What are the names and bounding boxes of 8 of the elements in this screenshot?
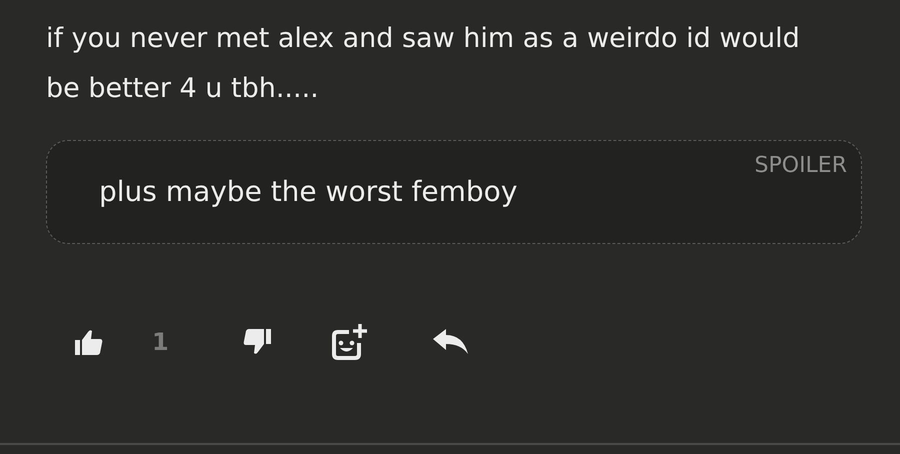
comment-text: if you never met alex and saw him as a weirdo id would be better 4 u tbh..... [46, 22, 801, 106]
thumbs-down-icon [242, 329, 271, 355]
thumbs-up-icon [75, 329, 103, 355]
spoiler-label: SPOILER [754, 152, 847, 180]
like-count: 1 [152, 327, 169, 358]
spoiler-box[interactable]: SPOILER plus maybe the worst femboy [46, 140, 862, 244]
spoiler-text: plus maybe the worst femboy [99, 174, 518, 210]
reply-icon [432, 329, 469, 355]
